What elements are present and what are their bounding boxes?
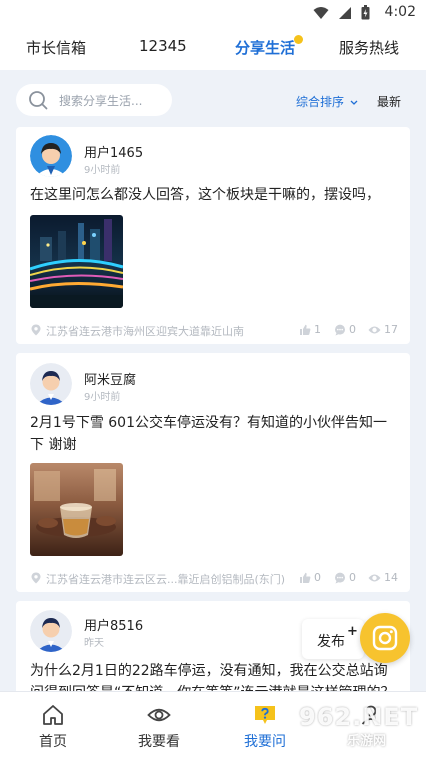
sort-dropdown-label: 综合排序 (296, 95, 345, 109)
avatar[interactable] (30, 135, 72, 177)
comment-count: 0 (349, 323, 356, 336)
like-count: 0 (314, 571, 321, 584)
like-count: 1 (314, 323, 321, 336)
wifi-icon (313, 6, 329, 19)
view-count: 17 (384, 323, 398, 336)
signal-icon (339, 6, 351, 19)
post-username[interactable]: 用户8516 (84, 615, 143, 634)
views-icon (368, 574, 381, 582)
tab-service-hotline[interactable]: 服务热线 (339, 37, 399, 58)
location-icon (31, 324, 41, 336)
search-icon (29, 91, 48, 110)
bottom-nav-home-label: 首页 (39, 734, 67, 750)
eye-icon (147, 708, 171, 722)
battery-icon (361, 5, 370, 20)
publish-button[interactable]: 发布 + (302, 619, 364, 659)
status-bar: 4:02 (0, 0, 426, 26)
post-card[interactable]: 用户1465 9小时前 在这里问怎么都没人回答，这个板块是干嘛的，摆设吗， 江苏… (16, 127, 410, 344)
home-icon (43, 705, 63, 725)
views-icon (368, 326, 381, 334)
post-time: 昨天 (84, 638, 104, 649)
clock: 4:02 (384, 4, 416, 20)
comment-count: 0 (349, 571, 356, 584)
tab-share-life[interactable]: 分享生活 (235, 35, 304, 58)
question-icon (255, 706, 275, 724)
post-card[interactable]: 阿米豆腐 9小时前 2月1号下雪 601公交车停运没有？有知道的小伙伴告知一下 … (16, 353, 410, 592)
sort-dropdown[interactable]: 综合排序 (296, 93, 358, 110)
location-icon (31, 572, 41, 584)
post-username[interactable]: 用户1465 (84, 142, 143, 161)
sort-latest-button[interactable]: 最新 (377, 93, 401, 110)
bottom-nav-watch[interactable]: 我要看 (109, 692, 209, 757)
post-username[interactable]: 阿米豆腐 (84, 369, 136, 388)
comment-icon[interactable] (334, 572, 346, 584)
publish-label: 发布 (317, 634, 345, 650)
avatar[interactable] (30, 610, 72, 652)
post-time: 9小时前 (84, 392, 121, 403)
post-location: 江苏省连云港市海州区迎宾大道靠近山南 (46, 325, 244, 338)
view-count: 14 (384, 571, 398, 584)
new-dot-indicator (294, 35, 304, 44)
watermark-main: 962.NET (299, 703, 419, 731)
bottom-nav-watch-label: 我要看 (138, 734, 180, 750)
like-icon[interactable] (299, 572, 311, 584)
post-text[interactable]: 2月1号下雪 601公交车停运没有？有知道的小伙伴告知一下 谢谢 (30, 412, 398, 456)
chevron-down-icon (350, 100, 358, 105)
post-meta: 江苏省连云港市连云区云...靠近启创铝制品(东门) 0 0 14 (30, 570, 398, 586)
tab-share-life-label: 分享生活 (235, 39, 296, 57)
post-location: 江苏省连云港市连云区云...靠近启创铝制品(东门) (46, 573, 286, 586)
search-sort-row: 搜索分享生活... 综合排序 最新 (0, 70, 426, 126)
post-meta: 江苏省连云港市海州区迎宾大道靠近山南 1 0 17 (30, 322, 398, 338)
watermark-sub: 乐游网 (347, 734, 387, 749)
tab-mayor-mailbox[interactable]: 市长信箱 (26, 37, 86, 58)
like-icon[interactable] (299, 324, 311, 336)
post-time: 9小时前 (84, 165, 121, 176)
bottom-nav-home[interactable]: 首页 (3, 692, 103, 757)
camera-fab-button[interactable] (360, 613, 410, 663)
tab-12345[interactable]: 12345 (139, 37, 187, 55)
search-placeholder: 搜索分享生活... (59, 94, 143, 108)
search-input[interactable]: 搜索分享生活... (16, 84, 172, 116)
plus-icon: + (347, 624, 358, 639)
post-image-night-city[interactable] (30, 215, 123, 308)
post-text[interactable]: 在这里问怎么都没人回答，这个板块是干嘛的，摆设吗， (30, 184, 398, 206)
avatar[interactable] (30, 363, 72, 405)
post-image-cup[interactable] (30, 463, 123, 556)
comment-icon[interactable] (334, 324, 346, 336)
camera-icon (372, 625, 398, 651)
watermark-logo: 962.NET 乐游网 (287, 702, 419, 750)
top-nav: 市长信箱 12345 分享生活 服务热线 (0, 26, 426, 70)
